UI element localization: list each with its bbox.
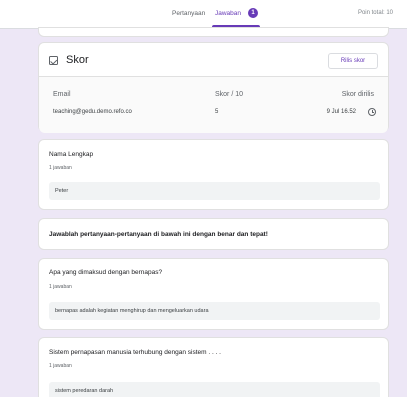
answer-text: Peter	[49, 182, 380, 200]
response-count: 1 jawaban	[49, 363, 72, 369]
question-card: Nama Lengkap 1 jawaban Peter	[38, 139, 389, 210]
answer-text: bernapas adalah kegiatan menghirup dan m…	[49, 302, 380, 320]
question-title: Apa yang dimaksud dengan bernapas?	[49, 269, 163, 276]
column-header-email: Email	[53, 91, 71, 98]
question-card: Apa yang dimaksud dengan bernapas? 1 jaw…	[38, 258, 389, 330]
instruction-text: Jawablah pertanyaan-pertanyaan di bawah …	[49, 231, 268, 238]
question-title: Nama Lengkap	[49, 151, 94, 158]
checkbox-icon	[49, 56, 58, 65]
top-bar: Pertanyaan Jawaban 1 Poin total: 10	[0, 0, 407, 29]
score-header: Skor Rilis skor	[39, 43, 388, 77]
release-score-button[interactable]: Rilis skor	[328, 53, 378, 69]
tab-responses[interactable]: Jawaban	[215, 10, 241, 17]
respondent-score: 5	[215, 109, 219, 115]
card-stub	[38, 27, 389, 37]
answer-text: sistem peredaran darah	[49, 382, 380, 397]
response-count: 1 jawaban	[49, 284, 72, 290]
score-card: Skor Rilis skor Email Skor / 10 Skor dir…	[38, 42, 389, 133]
question-card: Sistem pernapasan manusia terhubung deng…	[38, 337, 389, 397]
released-date: 9 Jul 16.52	[326, 109, 356, 115]
tab-questions[interactable]: Pertanyaan	[172, 10, 205, 17]
clock-icon	[368, 108, 376, 116]
column-header-score: Skor / 10	[215, 91, 244, 98]
question-title: Sistem pernapasan manusia terhubung deng…	[49, 349, 221, 356]
responses-count-badge: 1	[248, 8, 258, 18]
instruction-card: Jawablah pertanyaan-pertanyaan di bawah …	[38, 218, 389, 250]
response-count: 1 jawaban	[49, 165, 72, 171]
respondent-email[interactable]: teaching@gedu.demo.refo.co	[53, 109, 132, 115]
points-total: Poin total: 10	[357, 10, 393, 16]
score-table: Email Skor / 10 Skor dirilis teaching@ge…	[39, 77, 388, 133]
score-title: Skor	[66, 54, 89, 66]
column-header-released: Skor dirilis	[341, 91, 374, 98]
